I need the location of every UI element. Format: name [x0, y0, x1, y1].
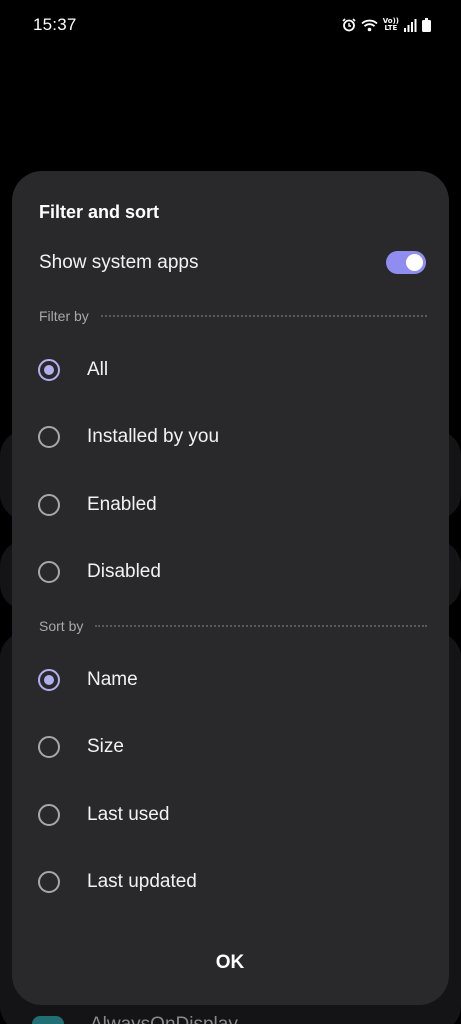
filter-option-disabled[interactable]: Disabled	[26, 544, 434, 600]
sort-by-header: Sort by	[39, 617, 427, 635]
dialog-title: Filter and sort	[39, 202, 160, 222]
sort-option-size[interactable]: Size	[26, 719, 434, 775]
radio-unselected-icon[interactable]	[38, 426, 60, 448]
filter-by-label: Filter by	[39, 308, 89, 324]
sort-option-last-used[interactable]: Last used	[26, 787, 434, 843]
filter-sort-dialog: Filter and sort Show system apps Filter …	[12, 171, 449, 1005]
volte-icon: Vo)) LTE	[383, 18, 399, 32]
radio-dot	[44, 675, 54, 685]
status-icons: Vo)) LTE	[342, 16, 431, 34]
filter-option-enabled[interactable]: Enabled	[26, 477, 434, 533]
radio-unselected-icon[interactable]	[38, 494, 60, 516]
section-divider	[100, 315, 427, 317]
section-divider	[95, 625, 427, 627]
ok-button[interactable]: OK	[180, 943, 280, 983]
alarm-icon	[342, 18, 356, 32]
radio-unselected-icon[interactable]	[38, 736, 60, 758]
wifi-icon	[361, 19, 378, 32]
radio-unselected-icon[interactable]	[38, 871, 60, 893]
option-label: All	[87, 359, 109, 380]
sort-option-name[interactable]: Name	[26, 652, 434, 708]
sort-option-last-updated[interactable]: Last updated	[26, 854, 434, 910]
option-label: Last updated	[87, 871, 197, 892]
signal-icon	[404, 18, 417, 32]
show-system-apps-toggle[interactable]	[386, 251, 426, 274]
option-label: Name	[87, 669, 138, 690]
option-label: Size	[87, 736, 124, 757]
background-app-icon	[32, 1016, 64, 1024]
option-label: Disabled	[87, 561, 161, 582]
filter-option-all[interactable]: All	[26, 342, 434, 398]
toggle-knob	[406, 254, 423, 271]
option-label: Installed by you	[87, 426, 220, 447]
radio-selected-icon[interactable]	[38, 359, 60, 381]
show-system-apps-label: Show system apps	[39, 252, 199, 273]
background-app-label: AlwaysOnDisplay	[90, 1014, 238, 1024]
option-label: Last used	[87, 804, 170, 825]
battery-icon	[422, 18, 431, 32]
filter-option-installed-by-you[interactable]: Installed by you	[26, 409, 434, 465]
radio-selected-icon[interactable]	[38, 669, 60, 691]
volte-bottom-text: LTE	[384, 24, 398, 32]
status-bar: 15:37 Vo)) LTE	[0, 0, 461, 50]
filter-by-header: Filter by	[39, 307, 427, 325]
sort-by-label: Sort by	[39, 618, 84, 634]
option-label: Enabled	[87, 494, 157, 515]
radio-dot	[44, 365, 54, 375]
radio-unselected-icon[interactable]	[38, 804, 60, 826]
show-system-apps-row[interactable]: Show system apps	[39, 251, 426, 275]
status-time: 15:37	[33, 15, 77, 34]
radio-unselected-icon[interactable]	[38, 561, 60, 583]
